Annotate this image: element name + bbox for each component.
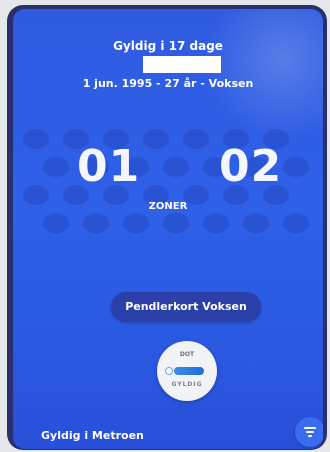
menu-button[interactable] bbox=[295, 417, 323, 447]
metro-validity-text: Gyldig i Metroen bbox=[41, 429, 144, 442]
validity-badge: DOT GYLDIG bbox=[157, 341, 217, 401]
badge-animated-bar bbox=[174, 367, 204, 375]
ticket-type-button[interactable]: Pendlerkort Voksen bbox=[111, 292, 261, 322]
zones-label: ZONER bbox=[148, 201, 188, 212]
ticket-screen: Gyldig i 17 dage 1 jun. 1995 - 27 år - V… bbox=[13, 9, 323, 449]
badge-ring-icon bbox=[165, 367, 173, 375]
screen-glare bbox=[203, 9, 323, 139]
phone-body: Gyldig i 17 dage 1 jun. 1995 - 27 år - V… bbox=[7, 5, 327, 450]
validity-days: Gyldig i 17 dage bbox=[113, 39, 223, 53]
badge-bottom-text: GYLDIG bbox=[171, 381, 203, 388]
photo-frame: Gyldig i 17 dage 1 jun. 1995 - 27 år - V… bbox=[0, 0, 330, 452]
menu-icon bbox=[304, 427, 316, 437]
birth-date-age-line: 1 jun. 1995 - 27 år - Voksen bbox=[82, 77, 254, 90]
zone-from-number: 01 bbox=[77, 141, 141, 192]
zone-to-number: 02 bbox=[219, 141, 283, 192]
redacted-name bbox=[143, 56, 221, 73]
badge-top-text: DOT bbox=[179, 351, 195, 358]
